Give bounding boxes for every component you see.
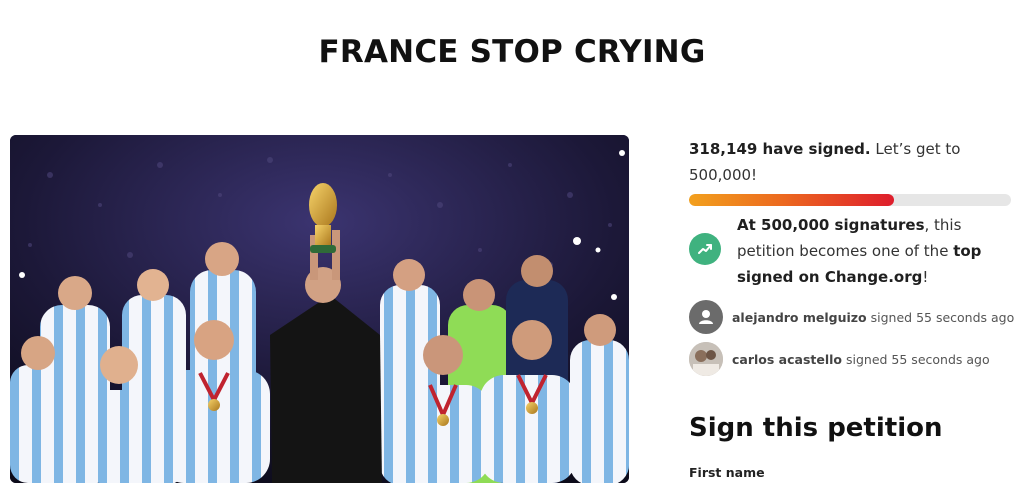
signer-name: alejandro melguizo — [732, 309, 867, 325]
milestone-message: At 500,000 signatures, this petition bec… — [737, 212, 1017, 290]
signed-count: 318,149 have signed. — [689, 140, 871, 158]
milestone-bold-1: At 500,000 signatures — [737, 216, 925, 234]
recent-signer-row: carlos acastello signed 55 seconds ago — [689, 342, 1019, 376]
signer-action: signed 55 seconds ago — [866, 309, 1015, 325]
recent-signer-row: alejandro melguizo signed 55 seconds ago — [689, 300, 1019, 334]
signature-count-text: 318,149 have signed. Let’s get to 500,00… — [689, 136, 1009, 188]
trending-up-icon — [689, 233, 721, 265]
sign-petition-heading: Sign this petition — [689, 413, 943, 443]
petition-hero-image — [10, 135, 629, 483]
petition-page: FRANCE STOP CRYING 318,149 have signed. … — [0, 0, 1024, 488]
signature-progress-bar — [689, 194, 1011, 206]
signer-action: signed 55 seconds ago — [842, 351, 990, 367]
first-name-label: First name — [689, 465, 765, 480]
petition-title: FRANCE STOP CRYING — [318, 34, 706, 70]
signer-line: carlos acastello signed 55 seconds ago — [732, 352, 990, 367]
user-photo-avatar — [689, 342, 723, 376]
signer-line: alejandro melguizo signed 55 seconds ago — [732, 310, 1014, 325]
signature-progress-fill — [689, 194, 894, 206]
milestone-text-2: ! — [922, 268, 929, 286]
team-celebration-photo — [10, 135, 629, 483]
default-avatar-icon — [689, 300, 723, 334]
signer-name: carlos acastello — [732, 351, 843, 367]
